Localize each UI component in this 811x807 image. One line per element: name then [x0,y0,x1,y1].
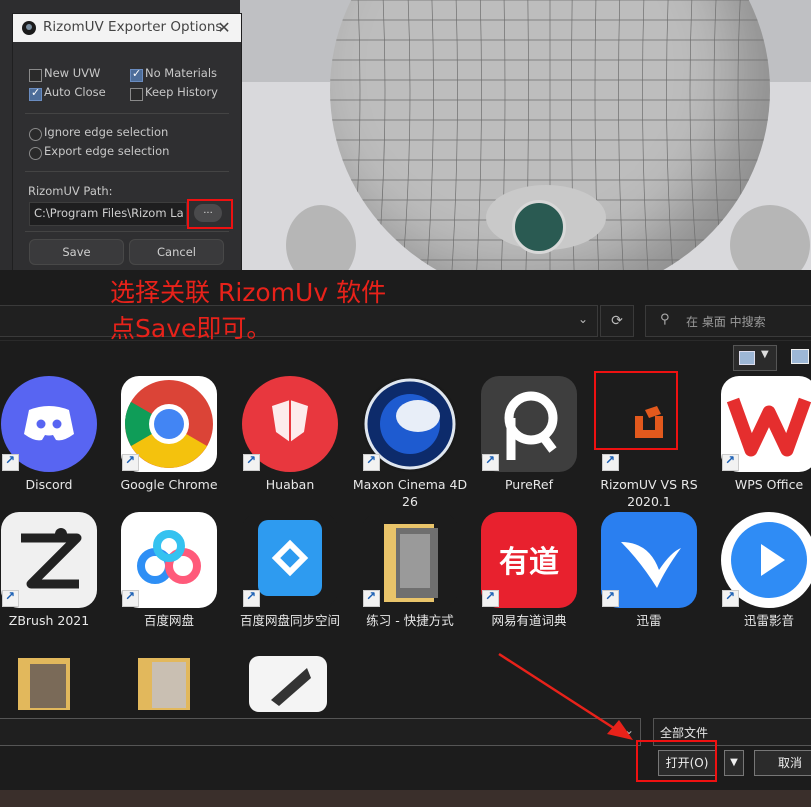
shortcut-arrow-icon [122,453,139,471]
search-box[interactable]: ⚲ 在 桌面 中搜索 [645,305,811,337]
keep-history-label: Keep History [145,85,218,99]
no-materials-label: No Materials [145,66,218,80]
refresh-icon[interactable]: ⟳ [600,305,634,337]
item-label: Discord [25,477,73,492]
ignore-edge-label: Ignore edge selection [44,125,169,139]
folder-icon[interactable] [18,658,70,710]
save-button[interactable]: Save [29,239,124,265]
open-dropdown-button[interactable]: ▼ [724,750,744,776]
divider [25,113,229,114]
shortcut-arrow-icon [2,589,19,607]
new-uvw-checkbox[interactable] [29,69,42,82]
shortcut-arrow-icon [2,453,19,471]
search-placeholder: 在 桌面 中搜索 [686,315,766,329]
cancel-button[interactable]: Cancel [129,239,224,265]
app-icon[interactable] [249,656,327,712]
shortcut-arrow-icon [602,589,619,607]
rizomuv-path-label: RizomUV Path: [28,184,113,198]
shortcut-arrow-icon [243,453,260,471]
ignore-edge-radio[interactable] [29,128,42,141]
item-label: 百度网盘同步空间 [239,613,340,628]
annotation-text-line2: 点Save即可。 [110,314,272,343]
shortcut-arrow-icon [363,589,380,607]
keep-history-checkbox[interactable] [130,88,143,101]
shortcut-arrow-icon [363,453,380,471]
item-label: 迅雷影音 [743,613,794,628]
cinema4d-app-icon [22,21,36,35]
divider [25,231,229,232]
item-label: Huaban [265,477,315,492]
auto-close-checkbox[interactable] [29,86,42,101]
item-label: ZBrush 2021 [8,613,90,628]
shortcut-arrow-icon [602,453,619,471]
view-options-button[interactable]: ▼ [733,345,777,371]
rizomuv-path-value: C:\Program Files\Rizom Lab\ [34,206,184,220]
search-icon: ⚲ [660,312,670,327]
dialog-cancel-button[interactable]: 取消 [754,750,811,776]
shortcut-arrow-icon [482,453,499,471]
rizomuv-path-field[interactable]: C:\Program Files\Rizom Lab\ [29,202,187,226]
export-edge-label: Export edge selection [44,144,170,158]
item-label: 网易有道词典 [491,613,567,628]
chevron-down-icon[interactable]: ⌄ [573,312,593,328]
file-type-value: 全部文件 [660,726,709,740]
shortcut-arrow-icon [722,453,739,471]
window-title-bar[interactable]: RizomUV Exporter Options ✕ [13,14,241,42]
shortcut-arrow-icon [243,589,260,607]
auto-close-label: Auto Close [44,85,106,99]
new-uvw-label: New UVW [44,66,101,80]
shortcut-arrow-icon [122,589,139,607]
svg-text:有道: 有道 [499,545,559,580]
folder-icon[interactable] [138,658,190,710]
item-label: RizomUV VS RS 2020.1 [600,477,698,509]
no-materials-checkbox[interactable] [130,67,143,82]
annotation-text-line1: 选择关联 RizomUv 软件 [110,278,387,307]
viewport-bottom-strip [0,790,811,807]
item-label: PureRef [504,477,553,492]
item-label: 迅雷 [636,613,662,628]
export-edge-radio[interactable] [29,147,42,160]
divider [25,171,229,172]
chevron-down-icon: ▼ [761,349,769,360]
highlight-box-browse [187,199,233,229]
highlight-box-rizomuv [594,371,678,450]
annotation-arrow [498,652,633,740]
shortcut-arrow-icon [722,589,739,607]
preview-pane-icon[interactable] [791,349,809,364]
window-title: RizomUV Exporter Options [43,19,223,35]
item-label: 百度网盘 [143,613,194,628]
item-label: Google Chrome [120,477,218,492]
model-eye-iris [512,200,566,254]
view-icon [739,351,755,365]
item-label: Maxon Cinema 4D 26 [352,477,468,509]
close-icon[interactable]: ✕ [213,17,235,39]
rizomuv-exporter-options-window: RizomUV Exporter Options ✕ New UVW No Ma… [12,13,242,272]
highlight-box-open [636,740,717,782]
item-label: 练习 - 快捷方式 [366,613,454,628]
shortcut-arrow-icon [482,589,499,607]
item-label: WPS Office [734,477,804,492]
